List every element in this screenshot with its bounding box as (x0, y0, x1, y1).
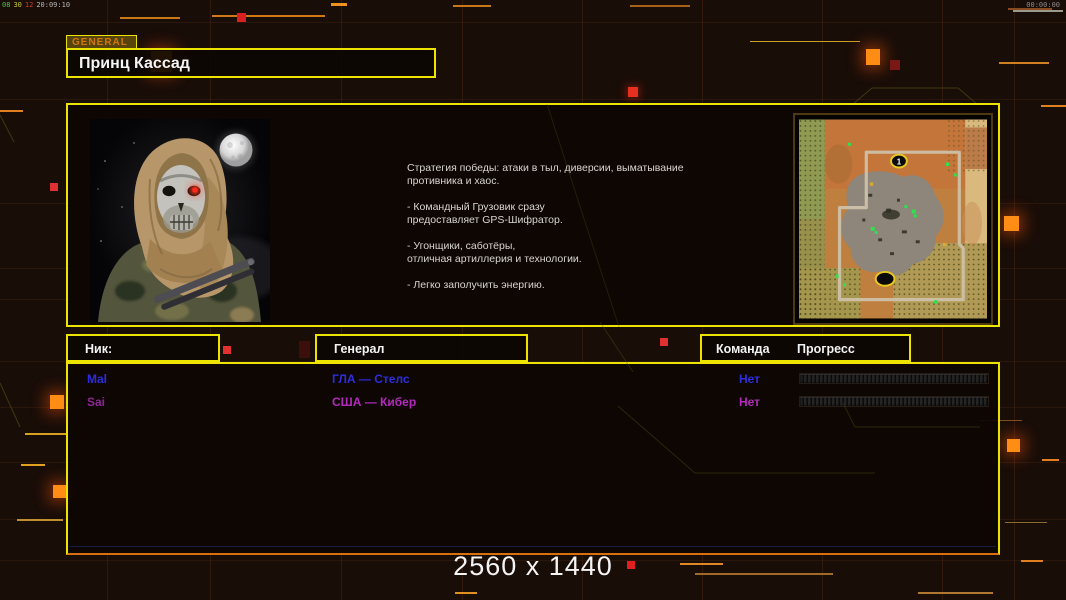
grid-line (0, 99, 1066, 100)
deco-square (53, 485, 66, 498)
deco-square (50, 183, 58, 191)
fps-segment: 20:09:10 (36, 1, 71, 9)
deco-line (1042, 459, 1059, 461)
fps-segment: 30 (13, 1, 22, 9)
fps-segment: 12 (24, 1, 34, 9)
briefing-paragraph: Стратегия победы: атаки в тыл, диверсии,… (407, 162, 684, 187)
deco-line (455, 592, 477, 594)
player-general: США — Кибер (332, 395, 417, 409)
player-nick: Sai (87, 395, 106, 409)
player-general: ГЛА — Стелс (332, 372, 410, 386)
progress-header-label: Прогресс (797, 342, 855, 356)
deco-line (999, 62, 1049, 64)
deco-square (890, 60, 900, 70)
fps-overlay: 08 30 12 20:09:10 (2, 1, 73, 9)
grid-line (1014, 0, 1015, 600)
briefing-paragraph: - Легко заполучить энергию. (407, 279, 545, 291)
deco-line (1005, 522, 1047, 523)
game-lobby-screen: 08 30 12 20:09:10 00:00:00 GENERAL Принц Ка… (0, 0, 1066, 600)
column-header-team-progress: Команда Прогресс (700, 334, 911, 362)
grid-line (0, 22, 1066, 23)
column-header-nick: Ник: (66, 334, 220, 362)
deco-line (453, 5, 491, 7)
progress-bar (799, 373, 989, 384)
table-row[interactable]: Sai США — Кибер Нет (68, 395, 998, 413)
deco-square (1004, 216, 1019, 231)
player-team: Нет (739, 372, 761, 386)
general-portrait (90, 119, 282, 323)
start-position-1: 1 (897, 158, 902, 167)
deco-line (0, 110, 23, 112)
table-row[interactable]: Mal ГЛА — Стелс Нет (68, 372, 998, 390)
deco-square (299, 341, 310, 358)
player-list-panel: Mal ГЛА — Стелс Нет Sai США — Кибер Нет (66, 362, 1000, 555)
resolution-label: 2560 x 1440 (453, 551, 613, 581)
briefing-paragraph: - Командный Грузовик сразу предоставляет… (407, 201, 563, 226)
deco-square (660, 338, 668, 346)
deco-blue-line (70, 546, 996, 547)
nick-header-label: Ник: (85, 342, 113, 356)
player-nick: Mal (87, 372, 108, 386)
general-header-label: Генерал (334, 342, 385, 356)
progress-bar (799, 396, 989, 407)
deco-line (120, 17, 180, 19)
general-title-box: Принц Кассад (66, 48, 436, 78)
general-name: Принц Кассад (79, 55, 190, 72)
deco-square (866, 49, 880, 65)
general-info-panel: Стратегия победы: атаки в тыл, диверсии,… (66, 103, 1000, 327)
deco-square (223, 346, 231, 354)
deco-line (630, 5, 690, 7)
session-clock: 00:00:00 (1026, 1, 1060, 9)
briefing-paragraph: - Угонщики, саботёры, отличная артиллери… (407, 240, 582, 265)
deco-line (918, 592, 993, 594)
player-team: Нет (739, 395, 761, 409)
start-position-2 (874, 270, 896, 287)
minimap-image: 1 (799, 119, 987, 319)
deco-line (17, 519, 63, 521)
deco-square (237, 13, 246, 22)
deco-line (1041, 105, 1066, 107)
minimap[interactable]: 1 (793, 113, 993, 325)
deco-square (628, 87, 638, 97)
team-header-label: Команда (716, 342, 770, 356)
deco-line (1013, 10, 1063, 12)
fps-segment: 08 (2, 1, 11, 9)
deco-square (50, 395, 64, 409)
deco-line (21, 464, 45, 466)
deco-line (331, 3, 347, 6)
deco-line (212, 15, 325, 17)
briefing-text: Стратегия победы: атаки в тыл, диверсии,… (407, 162, 759, 305)
deco-square (1007, 439, 1020, 452)
deco-line (750, 41, 860, 42)
column-header-general: Генерал (315, 334, 528, 362)
deco-line (25, 433, 67, 435)
general-tag: GENERAL (66, 35, 137, 49)
